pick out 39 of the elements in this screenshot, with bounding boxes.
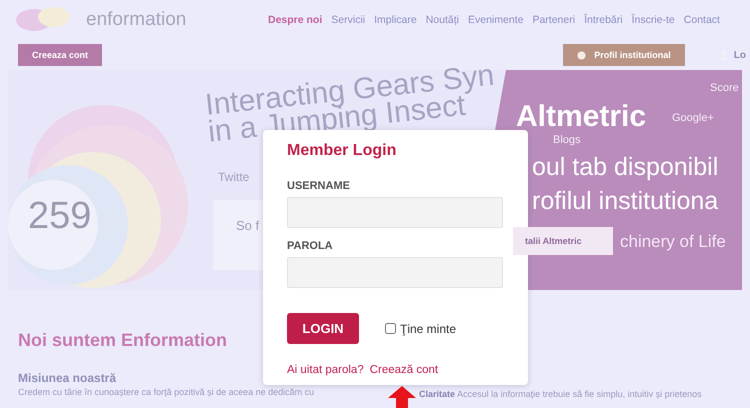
sign-in-link[interactable]: Lo bbox=[718, 50, 750, 60]
nav-link[interactable]: Înscrie-te bbox=[632, 14, 675, 26]
nav-link[interactable]: Servicii bbox=[331, 14, 366, 26]
tagline-text: oul tab disponibil bbox=[532, 152, 718, 183]
nav-link[interactable]: Contact bbox=[684, 14, 720, 26]
text-field[interactable] bbox=[287, 257, 503, 288]
brand-title: Altmetric bbox=[516, 100, 646, 134]
nav-link[interactable]: Întrebări bbox=[584, 14, 623, 26]
text-field[interactable] bbox=[287, 197, 503, 228]
caption-text: chinery of Life bbox=[620, 232, 726, 252]
nav-link[interactable]: Implicare bbox=[374, 14, 417, 26]
create-account-button[interactable]: Creeaza cont bbox=[18, 44, 102, 66]
details-button[interactable]: talii Altmetric bbox=[513, 227, 613, 255]
remember-checkbox[interactable] bbox=[385, 323, 396, 334]
source-label: Twitte bbox=[218, 170, 250, 184]
logo-text[interactable]: enformation bbox=[86, 9, 186, 31]
source-label: Score bbox=[710, 82, 739, 94]
value-text: Claritate Accesul la informație trebuie să fie simplu, intuitiv și prietenos bbox=[419, 389, 703, 399]
nav-link[interactable]: Despre noi bbox=[268, 14, 322, 26]
section-title: Noi suntem Enformation bbox=[18, 330, 228, 351]
nav-link[interactable]: Parteneri bbox=[532, 14, 576, 26]
section-subtitle: Misiunea noastră bbox=[18, 371, 118, 385]
text-link[interactable]: Creează cont bbox=[370, 364, 438, 376]
tagline-text: rofilul institutiona bbox=[532, 186, 718, 217]
institutional-profile-button[interactable]: Profil institutional bbox=[563, 44, 685, 66]
arrow-up-icon bbox=[388, 386, 416, 408]
nav-link[interactable]: Evenimente bbox=[468, 14, 524, 26]
text-link[interactable]: Ai uitat parola? bbox=[287, 364, 364, 376]
field-label: PAROLA bbox=[287, 240, 334, 252]
source-label: Blogs bbox=[553, 134, 581, 146]
dialog-title: Member Login bbox=[287, 142, 398, 160]
mission-text: Credem cu tărie în cunoaștere ca forță pozitivă și de aceea ne dedicăm cu bbox=[18, 387, 316, 397]
login-button[interactable]: LOGIN bbox=[287, 313, 359, 344]
source-label: Google+ bbox=[672, 112, 714, 124]
nav-link[interactable]: Noutăți bbox=[426, 14, 459, 26]
remember-label: Ţine minte bbox=[400, 322, 456, 336]
score-number: 259 bbox=[28, 195, 92, 238]
field-label: USERNAME bbox=[287, 180, 351, 192]
snippet-text: So f bbox=[236, 218, 260, 233]
